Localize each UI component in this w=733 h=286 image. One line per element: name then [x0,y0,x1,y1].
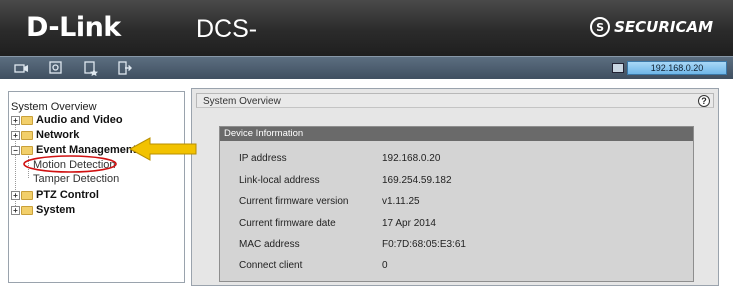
expand-plus-icon[interactable]: + [11,205,20,215]
mac-address-label: MAC address [239,239,300,250]
firmware-version-value: v1.11.25 [382,196,420,207]
folder-icon [21,190,33,200]
monitor-icon [612,63,624,73]
camera-icon[interactable] [14,60,30,76]
app-header: D-Link DCS- S SECURICAM [0,0,733,56]
dlink-logo: D-Link [26,12,121,43]
tree-item-label: PTZ Control [36,189,99,201]
securicam-label: SECURICAM [614,18,713,36]
firmware-date-label: Current firmware date [239,218,336,229]
tree-item-event-management[interactable]: − Event Management [11,144,136,156]
tree-item-tamper-detection[interactable]: Tamper Detection [33,173,119,185]
camera-model-title: DCS- [196,15,258,43]
logout-icon[interactable] [117,60,133,76]
securicam-ring-icon: S [590,17,611,37]
tree-root-system-overview[interactable]: System Overview [11,101,97,113]
folder-icon [21,130,33,140]
mac-address-value: F0:7D:68:05:E3:61 [382,239,466,250]
securicam-logo: S SECURICAM [590,17,713,37]
content-panel: System Overview ? Device Information IP … [191,88,719,286]
card-title: Device Information [220,127,693,141]
ip-address-label: IP address [239,153,287,164]
folder-icon [21,115,33,125]
tree-item-label: System [36,204,76,216]
maintenance-icon[interactable] [83,60,99,76]
ip-address-value: 192.168.0.20 [627,61,727,75]
firmware-version-label: Current firmware version [239,196,349,207]
setup-icon[interactable] [48,60,64,76]
help-icon[interactable]: ? [698,95,710,107]
tree-item-system[interactable]: + System [11,204,75,216]
link-local-address-value: 169.254.59.182 [382,175,452,186]
expand-plus-icon[interactable]: + [11,115,20,125]
toolbar: 192.168.0.20 [0,56,733,79]
expand-plus-icon[interactable]: + [11,190,20,200]
link-local-address-label: Link-local address [239,175,320,186]
tree-item-label: Event Management [36,144,137,156]
collapse-minus-icon[interactable]: − [11,145,20,155]
tree-connector [28,156,29,178]
tree-item-motion-detection[interactable]: Motion Detection [33,159,116,171]
device-information-card: Device Information IP address 192.168.0.… [219,126,694,282]
tree-item-network[interactable]: + Network [11,129,79,141]
tree-item-ptz-control[interactable]: + PTZ Control [11,189,99,201]
tree-item-label: Network [36,129,80,141]
expand-plus-icon[interactable]: + [11,130,20,140]
panel-header: System Overview ? [196,93,714,108]
tree-item-label: Audio and Video [36,114,123,126]
ip-address-indicator: 192.168.0.20 [612,61,727,75]
open-folder-icon [21,145,33,155]
ip-address-value: 192.168.0.20 [382,153,441,164]
tree-item-audio-and-video[interactable]: + Audio and Video [11,114,123,126]
navigation-tree: System Overview + Audio and Video + Netw… [8,91,185,283]
connect-client-label: Connect client [239,260,303,271]
connect-client-value: 0 [382,260,388,271]
firmware-date-value: 17 Apr 2014 [382,218,436,229]
panel-title: System Overview [203,96,281,107]
folder-icon [21,205,33,215]
